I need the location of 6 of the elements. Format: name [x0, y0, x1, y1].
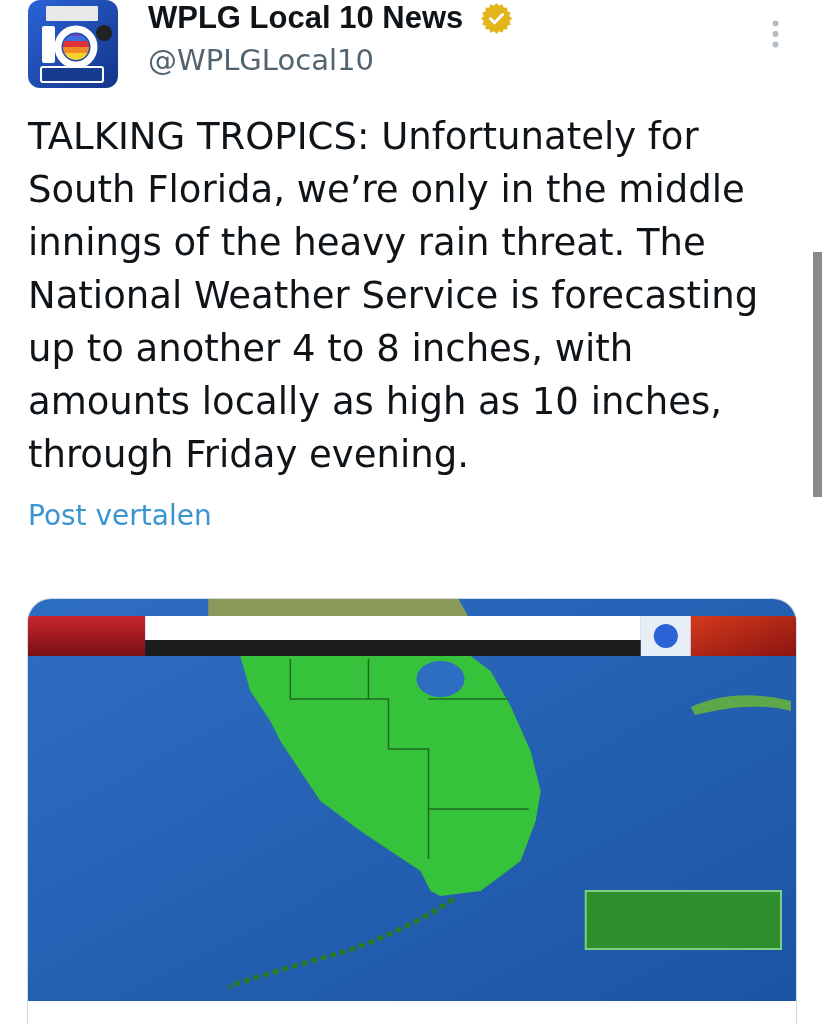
author-handle[interactable]: @WPLGLocal10 — [148, 42, 513, 78]
avatar-icon[interactable] — [28, 0, 118, 88]
post-text: TALKING TROPICS: Unfortunately for South Florida, we’re only in the middle innings of the heavy rain threat. The National Weather Service is forecasting up to another 4 to 8 inches, with amounts locally as high as 10 inches, through Friday evening. — [28, 114, 760, 478]
translate-link[interactable]: Post vertalen — [28, 498, 212, 534]
scrollbar-thumb[interactable] — [813, 252, 822, 497]
author-name[interactable]: WPLG Local 10 News — [148, 0, 464, 36]
